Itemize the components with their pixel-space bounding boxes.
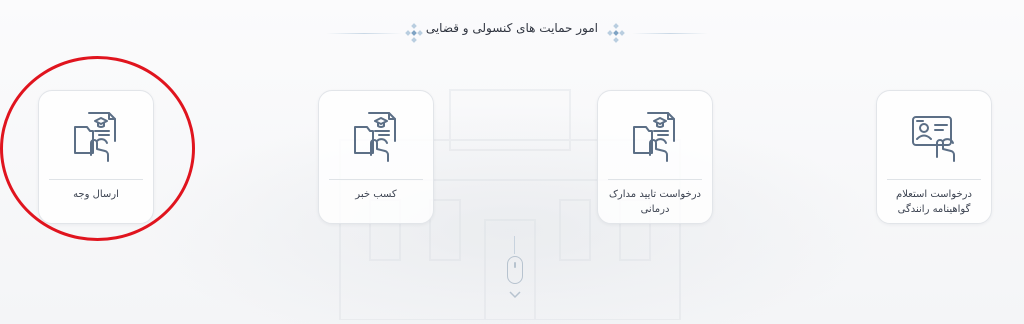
document-touch-icon bbox=[633, 112, 675, 162]
card-label: درخواست استعلام گواهینامه رانندگی bbox=[896, 189, 972, 215]
service-card-send-money[interactable]: ارسال وجه bbox=[38, 90, 154, 224]
section-header: امور حمایت های کنسولی و قضایی bbox=[0, 18, 1024, 48]
scroll-guide-line bbox=[514, 236, 515, 254]
card-divider bbox=[49, 179, 143, 180]
diamond-ornament-icon bbox=[607, 23, 625, 43]
card-divider bbox=[329, 179, 423, 180]
service-card-medical-documents[interactable]: درخواست تایید مدارک درمانی bbox=[597, 90, 713, 224]
scroll-down-indicator[interactable] bbox=[504, 236, 526, 306]
chevron-down-icon bbox=[509, 291, 521, 299]
card-label: کسب خبر bbox=[355, 189, 397, 200]
mouse-scroll-icon bbox=[507, 256, 523, 284]
card-divider bbox=[608, 179, 702, 180]
header-divider-line bbox=[326, 33, 402, 34]
section-title: امور حمایت های کنسولی و قضایی bbox=[425, 21, 598, 35]
license-card-touch-icon bbox=[912, 116, 955, 162]
diamond-ornament-icon bbox=[405, 23, 423, 43]
card-divider bbox=[887, 179, 981, 180]
mouse-wheel bbox=[514, 262, 516, 268]
card-label: ارسال وجه bbox=[73, 189, 119, 200]
service-card-inquiry[interactable]: کسب خبر bbox=[318, 90, 434, 224]
document-touch-icon bbox=[354, 112, 396, 162]
header-divider-line bbox=[632, 33, 708, 34]
card-label: درخواست تایید مدارک درمانی bbox=[608, 189, 701, 215]
service-card-driving-license[interactable]: درخواست استعلام گواهینامه رانندگی bbox=[876, 90, 992, 224]
document-touch-icon bbox=[74, 112, 116, 162]
